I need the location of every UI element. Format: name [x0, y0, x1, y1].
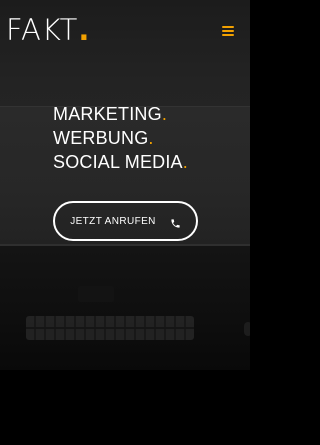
phone-icon	[170, 216, 181, 228]
headline-text: MARKETING	[53, 104, 162, 124]
menu-bar-top	[222, 26, 234, 28]
page: FAKT. MARKETING. WERBUNG. SOCIAL MEDIA. …	[0, 0, 250, 445]
call-now-label: JETZT ANRUFEN	[70, 215, 156, 227]
headline-text: SOCIAL MEDIA	[53, 152, 183, 172]
headline-dot: .	[161, 104, 168, 124]
headline-text: WERBUNG	[53, 128, 149, 148]
logo-dot: .	[78, 13, 91, 47]
site-logo[interactable]: FAKT.	[6, 14, 90, 46]
headline-line-werbung: WERBUNG.	[53, 126, 233, 150]
call-now-button[interactable]: JETZT ANRUFEN	[53, 201, 198, 241]
hamburger-menu-icon[interactable]	[222, 26, 234, 36]
headline-line-social-media: SOCIAL MEDIA.	[53, 150, 233, 174]
mouse-image	[244, 322, 250, 336]
desk-area	[0, 246, 250, 370]
headline-line-marketing: MARKETING.	[53, 102, 233, 126]
site-header: FAKT.	[0, 0, 250, 60]
headline-dot: .	[182, 152, 188, 172]
menu-bar-bottom	[222, 34, 234, 36]
headline-dot: .	[148, 128, 154, 148]
menu-bar-middle	[222, 30, 234, 32]
hero-headline: MARKETING. WERBUNG. SOCIAL MEDIA.	[53, 102, 233, 174]
monitor-stand	[78, 286, 114, 302]
keyboard-image	[26, 316, 194, 340]
logo-text: FAKT	[6, 13, 79, 47]
